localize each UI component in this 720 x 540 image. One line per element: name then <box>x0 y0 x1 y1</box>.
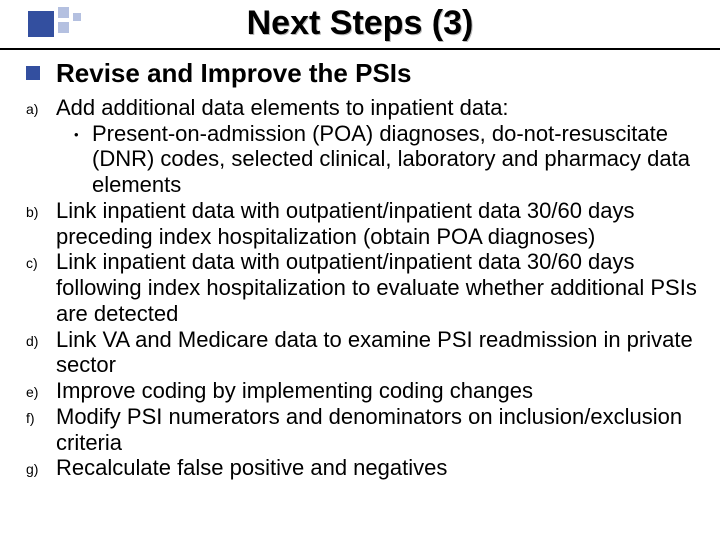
item-label: b) <box>26 198 56 220</box>
slide-title: Next Steps (3) <box>0 4 720 43</box>
item-text: Add additional data elements to inpatien… <box>56 95 509 120</box>
list-item: b) Link inpatient data with outpatient/i… <box>26 198 700 249</box>
lettered-list: a) Add additional data elements to inpat… <box>26 95 700 481</box>
item-label: d) <box>26 327 56 349</box>
item-label: a) <box>26 95 56 117</box>
sub-item-text: Present-on-admission (POA) diagnoses, do… <box>92 121 700 198</box>
item-text: Link VA and Medicare data to examine PSI… <box>56 327 700 378</box>
item-label: f) <box>26 404 56 426</box>
bullet-dot-icon: • <box>74 121 92 142</box>
section-heading-row: Revise and Improve the PSIs <box>26 58 700 89</box>
item-label: g) <box>26 455 56 477</box>
item-text: Link inpatient data with outpatient/inpa… <box>56 198 700 249</box>
square-bullet-icon <box>26 66 40 80</box>
item-text: Modify PSI numerators and denominators o… <box>56 404 700 455</box>
section-heading: Revise and Improve the PSIs <box>56 58 411 89</box>
list-item: d) Link VA and Medicare data to examine … <box>26 327 700 378</box>
item-text: Improve coding by implementing coding ch… <box>56 378 700 404</box>
item-body: Add additional data elements to inpatien… <box>56 95 700 198</box>
item-text: Recalculate false positive and negatives <box>56 455 700 481</box>
list-item: a) Add additional data elements to inpat… <box>26 95 700 198</box>
sub-list: • Present-on-admission (POA) diagnoses, … <box>56 121 700 198</box>
list-item: c) Link inpatient data with outpatient/i… <box>26 249 700 326</box>
item-label: c) <box>26 249 56 271</box>
list-item: e) Improve coding by implementing coding… <box>26 378 700 404</box>
list-item: f) Modify PSI numerators and denominator… <box>26 404 700 455</box>
sub-list-item: • Present-on-admission (POA) diagnoses, … <box>74 121 700 198</box>
slide-content: Revise and Improve the PSIs a) Add addit… <box>26 58 700 481</box>
item-text: Link inpatient data with outpatient/inpa… <box>56 249 700 326</box>
item-label: e) <box>26 378 56 400</box>
list-item: g) Recalculate false positive and negati… <box>26 455 700 481</box>
title-rule <box>0 48 720 50</box>
